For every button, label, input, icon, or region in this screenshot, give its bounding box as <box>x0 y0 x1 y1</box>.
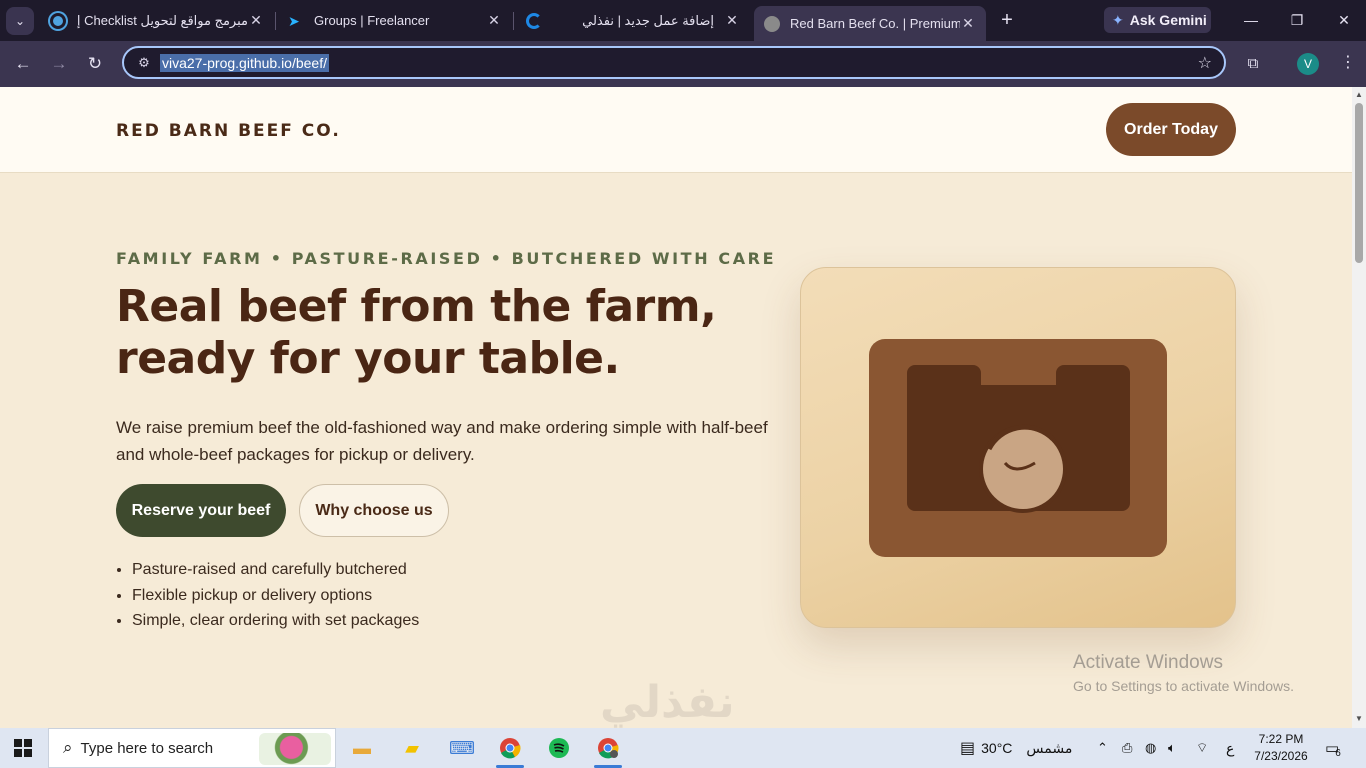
spotify-icon[interactable] <box>541 732 577 764</box>
clock-date: 7/23/2026 <box>1254 749 1308 763</box>
tab-red-barn-beef[interactable]: Red Barn Beef Co. | Premium Fa ✕ <box>754 6 986 41</box>
barn-right-block <box>1056 365 1130 511</box>
why-choose-us-button[interactable]: Why choose us <box>299 484 449 537</box>
tab-title: Groups | Freelancer <box>314 13 430 28</box>
search-highlight-flower-icon <box>259 733 331 765</box>
gemini-sparkle-icon: ✦ <box>1112 11 1124 28</box>
tray-chevron-icon[interactable]: ⌃ <box>1097 728 1108 768</box>
page-scrollbar[interactable]: ▲ ▼ <box>1352 87 1366 728</box>
weather-icon: ▤ <box>960 740 976 757</box>
activate-windows-watermark: Activate Windows Go to Settings to activ… <box>1073 652 1294 694</box>
search-icon: ⌕ <box>63 738 73 757</box>
tab-checklist[interactable]: مبرمج مواقع لتحويل Checklist إل ✕ <box>40 6 274 35</box>
browser-toolbar: ← → ↻ ⚙ viva27-prog.github.io/beef/ ☆ ⧉ … <box>0 41 1366 87</box>
activate-title: Activate Windows <box>1073 652 1223 673</box>
nafezly-favicon-icon <box>526 12 542 29</box>
globe-favicon-icon <box>764 15 780 32</box>
reserve-beef-button[interactable]: Reserve your beef <box>116 484 286 537</box>
tray-device-icon[interactable]: ⎙ <box>1122 728 1132 768</box>
barn-illustration-icon <box>869 339 1167 557</box>
clock-time: 7:22 PM <box>1258 732 1304 746</box>
page-viewport: RED BARN BEEF CO. Order Today FAMILY FAR… <box>0 87 1352 728</box>
tab-separator <box>275 12 276 30</box>
barn-left-block <box>907 365 981 511</box>
notification-center-icon[interactable]: ▭ 6 <box>1325 728 1341 768</box>
tab-separator <box>513 12 514 30</box>
weather-temp: 30°C <box>981 740 1013 756</box>
scroll-up-icon[interactable]: ▲ <box>1354 90 1364 100</box>
tab-close-icon[interactable]: ✕ <box>724 12 740 29</box>
wifi-icon[interactable]: ⌔ <box>1196 728 1208 768</box>
tab-close-icon[interactable]: ✕ <box>486 12 502 29</box>
site-settings-icon[interactable]: ⚙ <box>132 55 156 71</box>
activate-subtitle: Go to Settings to activate Windows. <box>1073 678 1294 694</box>
list-item: Simple, clear ordering with set packages <box>132 608 419 634</box>
forward-arrow-icon[interactable]: → <box>46 51 72 77</box>
tab-title: إضافة عمل جديد | نفذلي <box>582 12 714 28</box>
taskbar-search-input[interactable]: ⌕ Type here to search <box>48 728 336 768</box>
minimize-icon[interactable]: — <box>1237 8 1265 32</box>
headline-line-2: ready for your table. <box>116 333 620 384</box>
freelancer-favicon-icon: ➤ <box>288 12 300 29</box>
more-menu-icon[interactable]: ⋮ <box>1340 52 1356 72</box>
headline-line-1: Real beef from the farm, <box>116 281 717 332</box>
ask-gemini-button[interactable]: ✦ Ask Gemini <box>1104 7 1211 33</box>
list-item: Flexible pickup or delivery options <box>132 583 419 609</box>
extensions-puzzle-icon[interactable]: ⧉ <box>1242 53 1264 75</box>
scroll-thumb[interactable] <box>1355 103 1363 263</box>
nafezly-watermark: نفذلي <box>600 678 735 727</box>
tab-close-icon[interactable]: ✕ <box>960 15 976 32</box>
hero-lead-paragraph: We raise premium beef the old-fashioned … <box>116 418 768 464</box>
volume-icon[interactable]: 🔈︎ <box>1168 728 1176 768</box>
sticky-notes-icon[interactable]: ▰ <box>394 732 430 764</box>
tab-favicon-icon <box>50 12 66 29</box>
hero-eyebrow: FAMILY FARM • PASTURE-RAISED • BUTCHERED… <box>116 249 777 268</box>
scroll-down-icon[interactable]: ▼ <box>1354 714 1364 724</box>
close-window-icon[interactable]: ✕ <box>1330 8 1358 32</box>
browser-tabstrip: ⌄ مبرمج مواقع لتحويل Checklist إل ✕ ➤ Gr… <box>0 0 1366 41</box>
address-bar[interactable]: ⚙ viva27-prog.github.io/beef/ ☆ <box>122 46 1226 79</box>
chrome-icon[interactable] <box>492 732 528 768</box>
order-today-button[interactable]: Order Today <box>1106 103 1236 156</box>
weather-label: مشمس <box>1026 739 1073 756</box>
windows-start-icon[interactable] <box>14 739 32 757</box>
system-clock[interactable]: 7:22 PM 7/23/2026 <box>1250 731 1312 765</box>
windows-taskbar: ⌕ Type here to search ▬ ▰ ⌨ ▤ 30°C مشمس … <box>0 728 1366 768</box>
reload-icon[interactable]: ↻ <box>82 51 108 77</box>
list-item: Pasture-raised and carefully butchered <box>132 557 419 583</box>
ask-gemini-label: Ask Gemini <box>1129 12 1207 28</box>
file-explorer-icon[interactable]: ▬ <box>344 732 380 764</box>
laptop-icon[interactable]: ⌨ <box>444 732 480 764</box>
profile-avatar[interactable]: V <box>1297 53 1319 75</box>
tab-search-button[interactable]: ⌄ <box>6 7 34 35</box>
tab-freelancer[interactable]: ➤ Groups | Freelancer ✕ <box>278 6 512 35</box>
tab-title: Red Barn Beef Co. | Premium Fa <box>790 16 960 31</box>
hero-headline: Real beef from the farm, ready for your … <box>116 281 756 385</box>
notification-count-badge: 6 <box>1335 747 1341 759</box>
search-placeholder: Type here to search <box>80 739 214 757</box>
hero-feature-list: Pasture-raised and carefully butchered F… <box>132 557 419 634</box>
weather-widget[interactable]: ▤ 30°C مشمس <box>960 728 1072 768</box>
brand-logo-text[interactable]: RED BARN BEEF CO. <box>116 121 341 141</box>
tab-title: مبرمج مواقع لتحويل Checklist إل <box>76 12 248 28</box>
tab-close-icon[interactable]: ✕ <box>248 12 264 29</box>
url-text[interactable]: viva27-prog.github.io/beef/ <box>160 53 329 72</box>
input-language-indicator[interactable]: ع <box>1226 728 1234 768</box>
network-icon[interactable]: ◍ <box>1145 728 1156 768</box>
restore-icon[interactable]: ❐ <box>1283 8 1311 32</box>
new-tab-button[interactable]: + <box>996 9 1018 31</box>
site-header: RED BARN BEEF CO. Order Today <box>0 87 1352 173</box>
chrome-profile-icon[interactable] <box>590 732 626 768</box>
back-arrow-icon[interactable]: ← <box>10 51 36 77</box>
hero-illustration-card <box>800 267 1236 628</box>
bookmark-star-icon[interactable]: ☆ <box>1198 53 1212 73</box>
tab-nafezly[interactable]: إضافة عمل جديد | نفذلي ✕ <box>516 6 750 35</box>
